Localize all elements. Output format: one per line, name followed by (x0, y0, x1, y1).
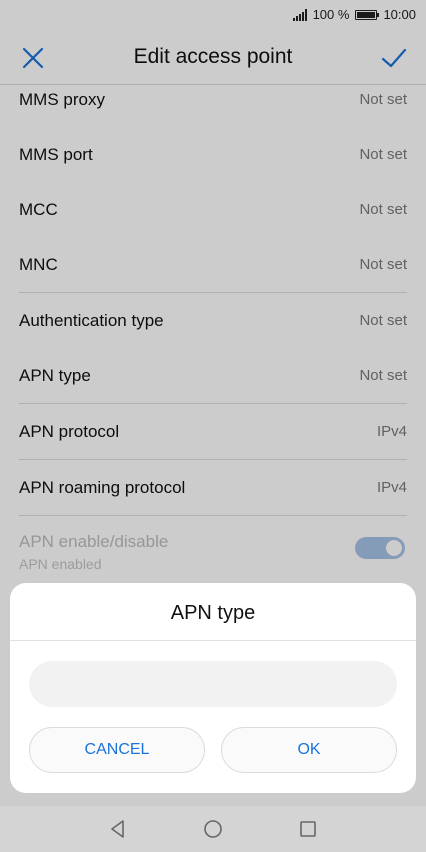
dialog-divider (10, 640, 416, 641)
navigation-bar (0, 806, 426, 852)
ok-button[interactable]: OK (221, 727, 397, 773)
back-icon[interactable] (107, 818, 129, 840)
recent-apps-icon[interactable] (297, 818, 319, 840)
home-icon[interactable] (202, 818, 224, 840)
apn-type-dialog: APN type CANCEL OK (10, 583, 416, 793)
apn-type-input[interactable] (29, 661, 397, 707)
cancel-button[interactable]: CANCEL (29, 727, 205, 773)
dialog-title: APN type (170, 602, 256, 624)
